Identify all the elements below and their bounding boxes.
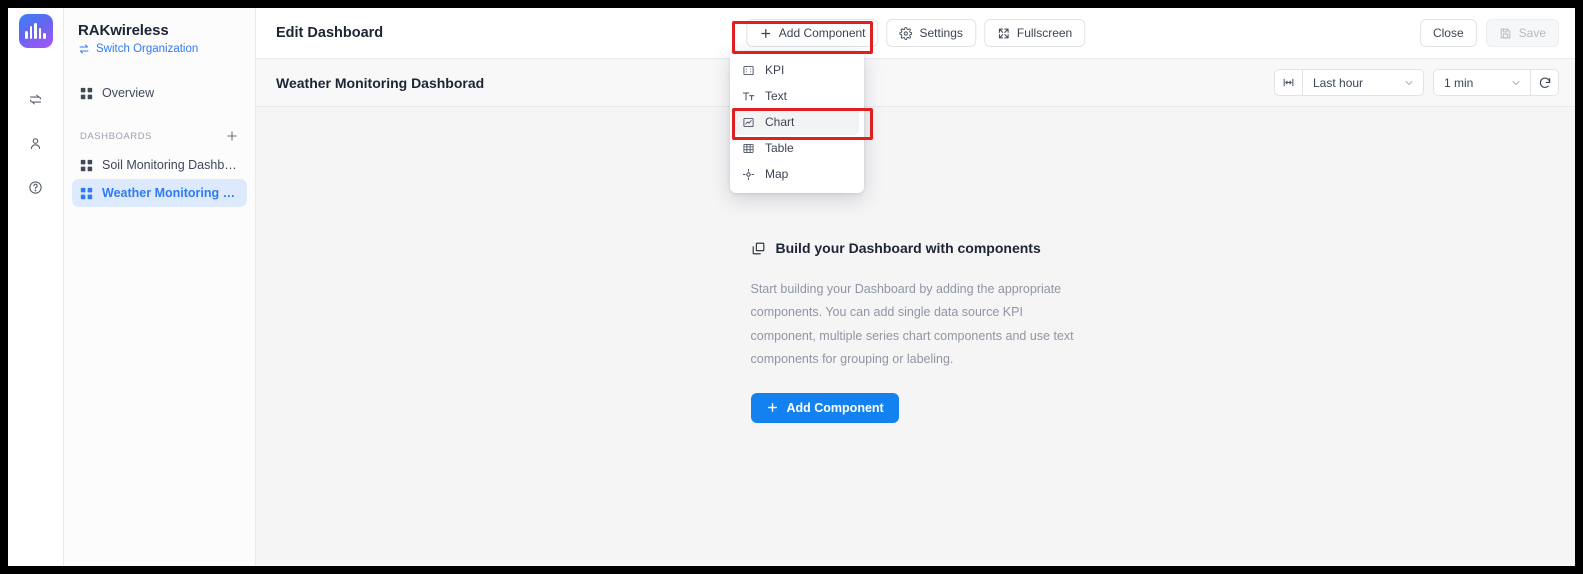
layers-copy-icon	[751, 241, 766, 256]
sidebar-item-label: Overview	[102, 86, 155, 100]
empty-state-cta-label: Add Component	[786, 400, 884, 415]
time-range-controls: Last hour 1 min	[1274, 69, 1559, 96]
dropdown-item-chart[interactable]: Chart	[735, 109, 859, 135]
grid-icon	[80, 87, 93, 100]
empty-state-heading: Build your Dashboard with components	[775, 240, 1041, 257]
chart-icon	[742, 116, 755, 129]
dropdown-item-table[interactable]: Table	[735, 135, 859, 161]
sidebar-item-weather-monitoring-dashboard[interactable]: Weather Monitoring D...	[72, 179, 247, 207]
plus-icon	[759, 27, 772, 40]
range-bar-icon[interactable]	[1274, 69, 1302, 96]
sidebar-item-label: Soil Monitoring Dashbo...	[102, 158, 239, 172]
top-toolbar: Edit Dashboard Add Component Settings Fu…	[256, 8, 1575, 59]
icon-rail	[8, 8, 64, 566]
close-button[interactable]: Close	[1419, 19, 1477, 47]
refresh-interval-value: 1 min	[1444, 75, 1474, 90]
chevron-down-icon	[1403, 77, 1415, 89]
main-area: Edit Dashboard Add Component Settings Fu…	[256, 8, 1575, 566]
help-icon[interactable]	[21, 172, 51, 202]
sidebar-item-label: Weather Monitoring D...	[102, 186, 239, 200]
add-component-button[interactable]: Add Component	[745, 19, 879, 47]
dropdown-item-label: Map	[765, 167, 789, 181]
empty-state: Build your Dashboard with components Sta…	[750, 240, 1081, 423]
time-range-value: Last hour	[1313, 75, 1364, 90]
kpi-icon	[742, 64, 755, 77]
fullscreen-button[interactable]: Fullscreen	[983, 19, 1086, 47]
dropdown-item-map[interactable]: Map	[735, 161, 859, 187]
chevron-down-icon	[1510, 77, 1522, 89]
dashboard-header-bar: Weather Monitoring Dashborad Last hour 1…	[256, 59, 1575, 107]
org-name: RAKwireless	[78, 22, 169, 39]
sidebar-item-overview[interactable]: Overview	[72, 79, 247, 107]
dropdown-item-text[interactable]: Text	[735, 83, 859, 109]
settings-label: Settings	[919, 26, 963, 40]
dropdown-item-label: Table	[765, 141, 794, 155]
table-icon	[742, 142, 755, 155]
add-component-label: Add Component	[778, 26, 866, 40]
plus-icon	[766, 401, 779, 414]
switch-organization-label: Switch Organization	[96, 43, 199, 55]
dashboard-title: Weather Monitoring Dashborad	[276, 74, 485, 91]
waveform-logo-icon[interactable]	[18, 14, 53, 48]
user-icon[interactable]	[21, 128, 51, 158]
settings-button[interactable]: Settings	[886, 19, 976, 47]
add-component-dropdown: KPI Text Chart Table Map	[730, 51, 864, 193]
map-pin-icon	[742, 168, 755, 181]
save-button[interactable]: Save	[1485, 19, 1559, 47]
text-icon	[742, 90, 755, 103]
grid-icon	[80, 159, 93, 172]
app-window: RAKwireless Switch Organization Overview…	[8, 8, 1575, 566]
time-range-select[interactable]: Last hour	[1302, 69, 1424, 96]
fullscreen-icon	[997, 27, 1010, 40]
empty-state-add-component-button[interactable]: Add Component	[750, 392, 899, 423]
dashboards-section-title: DASHBOARDS	[80, 130, 153, 142]
dropdown-item-kpi[interactable]: KPI	[735, 57, 859, 83]
switch-icon[interactable]	[21, 84, 51, 114]
fullscreen-label: Fullscreen	[1016, 26, 1073, 40]
floppy-disk-icon	[1499, 27, 1512, 40]
dashboards-section-header: DASHBOARDS	[64, 129, 255, 143]
close-label: Close	[1432, 26, 1464, 40]
plus-icon[interactable]	[225, 129, 239, 143]
refresh-icon[interactable]	[1531, 69, 1559, 96]
dropdown-item-label: Chart	[765, 115, 795, 129]
dropdown-item-label: KPI	[765, 63, 785, 77]
page-title: Edit Dashboard	[276, 25, 384, 41]
grid-icon	[80, 187, 93, 200]
sidebar-item-soil-monitoring-dashboard[interactable]: Soil Monitoring Dashbo...	[72, 151, 247, 179]
gear-icon	[899, 26, 913, 40]
empty-state-body: Start building your Dashboard by adding …	[750, 282, 1074, 366]
save-label: Save	[1518, 26, 1546, 40]
switch-organization-link[interactable]: Switch Organization	[64, 39, 255, 55]
empty-state-heading-row: Build your Dashboard with components	[751, 240, 1081, 256]
sidebar: RAKwireless Switch Organization Overview…	[64, 8, 256, 566]
right-toolbar-group: Close Save	[1419, 19, 1559, 47]
dropdown-item-label: Text	[765, 89, 788, 103]
center-toolbar-group: Add Component Settings Fullscreen	[745, 19, 1086, 47]
switch-horizontal-icon	[78, 43, 90, 55]
refresh-interval-select[interactable]: 1 min	[1433, 69, 1531, 96]
dashboard-canvas: Build your Dashboard with components Sta…	[256, 107, 1575, 566]
